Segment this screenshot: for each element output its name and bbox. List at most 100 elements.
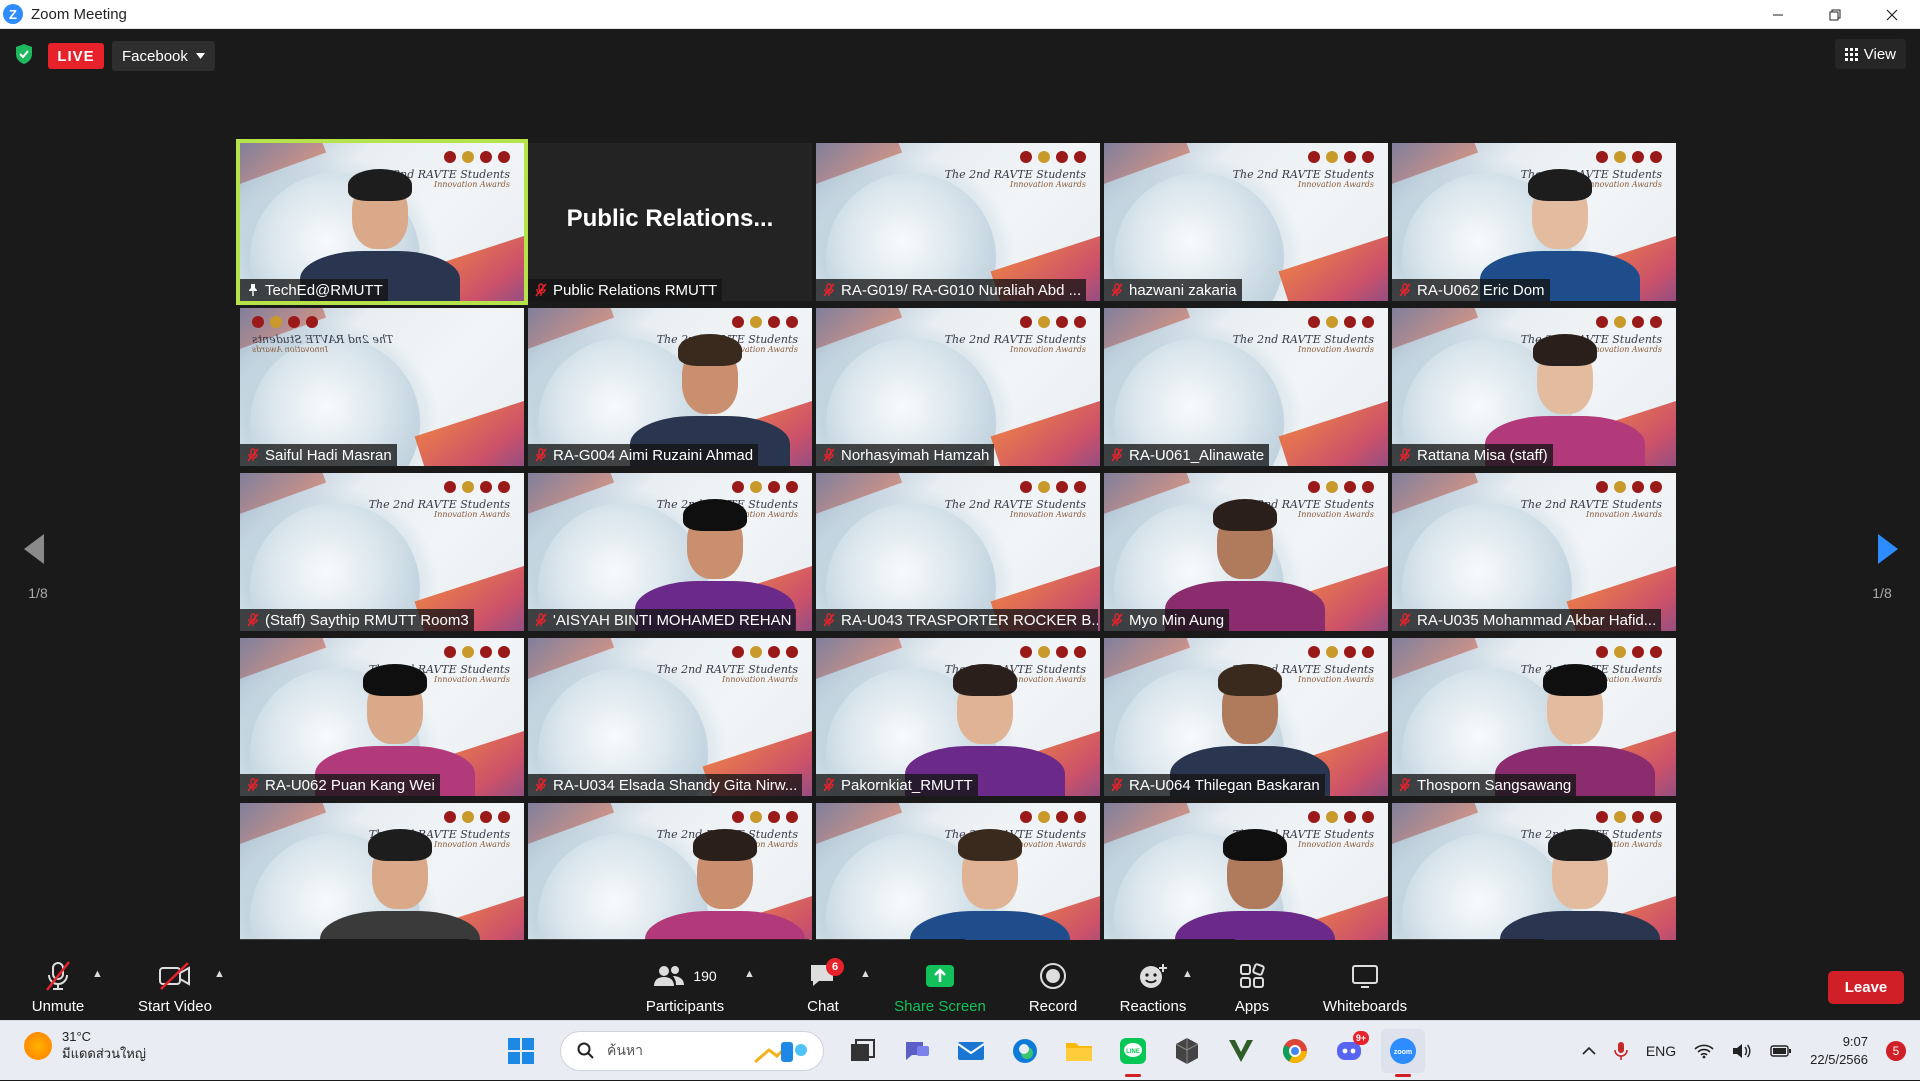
- participant-tile[interactable]: The 2nd RAVTE StudentsInnovation AwardsT…: [1392, 638, 1676, 796]
- cube-app-icon[interactable]: [1165, 1029, 1209, 1073]
- participant-name: Pakornkiat_RMUTT: [841, 776, 973, 794]
- event-subtitle: Innovation Awards: [252, 344, 328, 354]
- restore-button[interactable]: [1806, 0, 1863, 29]
- participant-name: RA-U034 Elsada Shandy Gita Nirw...: [553, 776, 798, 794]
- participant-tile[interactable]: The 2nd RAVTE StudentsInnovation AwardsR…: [1392, 803, 1676, 961]
- wifi-icon[interactable]: [1694, 1043, 1714, 1059]
- sponsor-logos: [1596, 316, 1662, 328]
- microphone-muted-icon: [535, 448, 547, 462]
- leave-button[interactable]: Leave: [1828, 971, 1904, 1004]
- taskbar-search[interactable]: ค้นหา: [560, 1031, 824, 1071]
- show-hidden-icons-chevron-icon[interactable]: [1582, 1046, 1596, 1056]
- participant-tile[interactable]: The 2nd RAVTE StudentsInnovation AwardsR…: [528, 308, 812, 466]
- start-video-button[interactable]: Start Video: [132, 940, 218, 1020]
- participant-tile[interactable]: The 2nd RAVTE Students Innovation Awards N…: [816, 308, 1100, 466]
- notification-count-badge[interactable]: 5: [1886, 1041, 1906, 1061]
- participant-name-label: RA-U062 Eric Dom: [1392, 279, 1550, 301]
- participant-tile[interactable]: The 2nd RAVTE StudentsInnovation AwardsR…: [528, 638, 812, 796]
- window-controls: [1749, 0, 1920, 29]
- edge-browser-icon[interactable]: [1003, 1029, 1047, 1073]
- participant-tile[interactable]: The 2nd RAVTE StudentsInnovation Awards'…: [528, 473, 812, 631]
- reactions-button[interactable]: Reactions: [1116, 940, 1190, 1020]
- line-app-icon[interactable]: LINE: [1111, 1029, 1155, 1077]
- chat-caret-icon[interactable]: ▲: [860, 968, 871, 980]
- participant-name-label: RA-G004 Aimi Ruzaini Ahmad: [528, 444, 759, 466]
- file-explorer-icon[interactable]: [1057, 1029, 1101, 1073]
- task-view-icon[interactable]: [841, 1029, 885, 1073]
- whiteboards-button[interactable]: Whiteboards: [1316, 940, 1414, 1020]
- participant-tile[interactable]: The 2nd RAVTE StudentsInnovation AwardsR…: [1392, 473, 1676, 631]
- participant-silhouette: [678, 334, 742, 366]
- participant-tile[interactable]: The 2nd RAVTE StudentsInnovation AwardsP…: [240, 803, 524, 961]
- participant-name: Public Relations RMUTT: [553, 281, 718, 299]
- participant-tile[interactable]: The 2nd RAVTE StudentsInnovation AwardsR…: [1104, 638, 1388, 796]
- audio-options-caret-icon[interactable]: ▲: [92, 968, 103, 980]
- participant-tile[interactable]: The 2nd RAVTE StudentsInnovation AwardsR…: [240, 638, 524, 796]
- stream-target-dropdown[interactable]: Facebook: [112, 41, 215, 71]
- event-subtitle: Innovation Awards: [1586, 509, 1662, 519]
- microphone-muted-icon: [247, 778, 259, 792]
- participant-tile[interactable]: The 2nd RAVTE StudentsInnovation AwardsP…: [816, 638, 1100, 796]
- input-language[interactable]: ENG: [1646, 1043, 1676, 1059]
- participant-tile[interactable]: The 2nd RAVTE StudentsInnovation AwardsR…: [1104, 308, 1388, 466]
- weather-description: มีแดดส่วนใหญ่: [62, 1045, 146, 1061]
- participant-tile[interactable]: Public Relations... Public Relations RMUT…: [528, 143, 812, 301]
- microphone-muted-icon: [823, 448, 835, 462]
- live-badge[interactable]: LIVE: [48, 43, 104, 69]
- volume-icon[interactable]: [1732, 1043, 1752, 1059]
- participant-name: RA-U035 Mohammad Akbar Hafid...: [1417, 611, 1657, 629]
- participant-tile[interactable]: The 2nd RAVTE StudentsInnovation AwardsR…: [1392, 143, 1676, 301]
- microphone-in-use-icon[interactable]: [1614, 1041, 1628, 1061]
- participant-name: Rattana Misa (staff): [1417, 446, 1548, 464]
- participant-tile[interactable]: The 2nd RAVTE Students Innovation Awards h…: [1104, 143, 1388, 301]
- unmute-label: Unmute: [31, 998, 85, 1015]
- close-button[interactable]: [1863, 0, 1920, 29]
- view-button[interactable]: View: [1834, 39, 1906, 69]
- participants-button[interactable]: 190 Participants: [640, 940, 730, 1020]
- participant-tile[interactable]: The 2nd RAVTE StudentsInnovation AwardsR…: [816, 143, 1100, 301]
- minimize-button[interactable]: [1749, 0, 1806, 29]
- share-screen-button[interactable]: Share Screen: [890, 940, 990, 1020]
- participant-name: 'AISYAH BINTI MOHAMED REHAN: [553, 611, 792, 629]
- teams-chat-icon[interactable]: [895, 1029, 939, 1073]
- battery-icon[interactable]: [1770, 1044, 1792, 1058]
- participant-name: Thosporn Sangsawang: [1417, 776, 1572, 794]
- os-taskbar: 31°C มีแดดส่วนใหญ่ ค้นหา LINE 9+ zoom EN…: [0, 1020, 1920, 1080]
- clock[interactable]: 9:07 22/5/2566: [1810, 1033, 1868, 1068]
- system-tray: ENG 9:07 22/5/2566 5: [1582, 1021, 1906, 1081]
- previous-page-arrow-icon[interactable]: [14, 504, 54, 584]
- participant-tile[interactable]: The 2nd RAVTE StudentsInnovation AwardsR…: [528, 803, 812, 961]
- participant-tile[interactable]: The 2nd RAVTE Students Innovation Awards S…: [240, 308, 524, 466]
- participant-tile[interactable]: The 2nd RAVTE StudentsInnovation AwardsP…: [1104, 803, 1388, 961]
- clock-date: 22/5/2566: [1810, 1052, 1868, 1067]
- participant-tile[interactable]: The 2nd RAVTE StudentsInnovation AwardsT…: [816, 803, 1100, 961]
- discord-app-icon[interactable]: 9+: [1327, 1029, 1371, 1073]
- unmute-button[interactable]: Unmute: [22, 940, 94, 1020]
- event-subtitle: Innovation Awards: [722, 674, 798, 684]
- next-page-arrow-icon[interactable]: [1868, 504, 1908, 584]
- start-button[interactable]: [499, 1029, 543, 1073]
- chrome-browser-icon[interactable]: [1273, 1029, 1317, 1073]
- mail-icon[interactable]: [949, 1029, 993, 1073]
- participant-tile[interactable]: The 2nd RAVTE StudentsInnovation AwardsR…: [816, 473, 1100, 631]
- participants-caret-icon[interactable]: ▲: [744, 968, 755, 980]
- participant-tile[interactable]: The 2nd RAVTE StudentsInnovation AwardsR…: [1392, 308, 1676, 466]
- participant-name-label: RA-U061_Alinawate: [1104, 444, 1270, 466]
- chat-button[interactable]: Chat 6: [796, 940, 850, 1020]
- participant-tile[interactable]: The 2nd RAVTE StudentsInnovation AwardsT…: [236, 139, 528, 305]
- participant-tile[interactable]: The 2nd RAVTE Students Innovation Awards (…: [240, 473, 524, 631]
- sponsor-logos: [1308, 481, 1374, 493]
- weather-widget[interactable]: 31°C มีแดดส่วนใหญ่: [24, 1029, 146, 1063]
- zoom-app-icon[interactable]: zoom: [1381, 1029, 1425, 1077]
- reactions-caret-icon[interactable]: ▲: [1182, 968, 1193, 980]
- participant-silhouette: [1528, 169, 1592, 201]
- search-icon: [577, 1042, 594, 1059]
- participant-tile[interactable]: The 2nd RAVTE Students Innovation Awards M…: [1104, 473, 1388, 631]
- security-shield-icon[interactable]: [14, 43, 34, 65]
- record-button[interactable]: Record: [1022, 940, 1084, 1020]
- participant-name-label: RA-U062 Puan Kang Wei: [240, 774, 440, 796]
- apps-button[interactable]: Apps: [1228, 940, 1276, 1020]
- video-options-caret-icon[interactable]: ▲: [214, 968, 225, 980]
- participants-icon: [654, 966, 685, 986]
- vivaldi-app-icon[interactable]: [1219, 1029, 1263, 1073]
